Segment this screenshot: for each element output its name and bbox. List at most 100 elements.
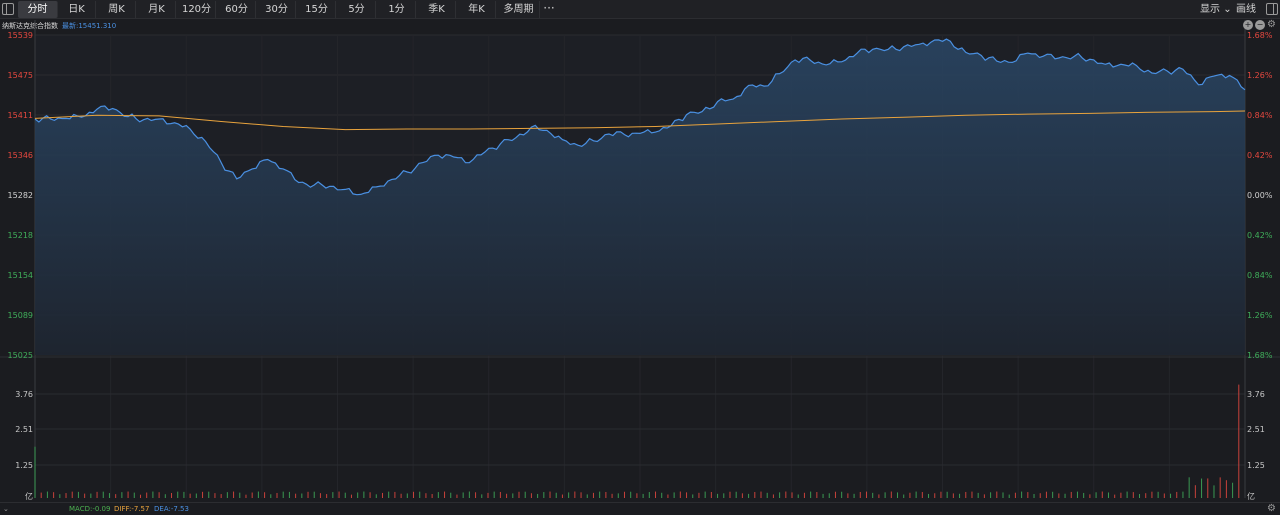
volume-bar xyxy=(288,491,290,498)
volume-bar xyxy=(375,494,377,498)
volume-bar xyxy=(1076,491,1078,498)
volume-bar xyxy=(1207,478,1209,498)
volume-bar xyxy=(1008,494,1010,498)
volume-bar xyxy=(686,492,688,498)
volume-bar xyxy=(388,491,390,498)
volume-bar xyxy=(251,492,253,498)
volume-bar xyxy=(841,491,843,498)
volume-tick-label-right: 1.25 xyxy=(1247,461,1265,470)
volume-bar xyxy=(468,491,470,498)
volume-bar xyxy=(692,494,694,498)
volume-bar xyxy=(381,492,383,498)
volume-bar xyxy=(1201,478,1203,498)
volume-bar xyxy=(1157,491,1159,498)
percent-tick-label: 0.84% xyxy=(1247,111,1273,120)
indicator-settings-icon[interactable]: ⚙ xyxy=(1267,503,1276,515)
volume-bar xyxy=(679,491,681,498)
volume-bar xyxy=(425,493,427,498)
volume-bar xyxy=(642,493,644,498)
volume-bar xyxy=(537,493,539,498)
volume-bar xyxy=(568,492,570,498)
volume-bar xyxy=(549,491,551,498)
price-tick-label: 15539 xyxy=(8,31,33,40)
volume-bar xyxy=(1188,477,1190,498)
volume-bar xyxy=(772,494,774,498)
volume-bar xyxy=(667,494,669,498)
volume-bar xyxy=(158,492,160,498)
volume-bar xyxy=(1089,494,1091,498)
volume-bar xyxy=(996,491,998,498)
volume-bar xyxy=(139,494,141,498)
volume-bar xyxy=(1139,494,1141,498)
volume-bar xyxy=(475,492,477,498)
volume-bar xyxy=(493,491,495,498)
volume-bar xyxy=(40,492,42,498)
volume-bar xyxy=(1194,485,1196,498)
volume-tick-label-right: 亿 xyxy=(1247,491,1255,501)
volume-bar xyxy=(561,494,563,498)
volume-bar xyxy=(295,493,297,498)
volume-bar xyxy=(1232,482,1234,498)
volume-bar xyxy=(1002,492,1004,498)
volume-bar xyxy=(1225,480,1227,498)
volume-bar xyxy=(177,491,179,498)
volume-bar xyxy=(127,491,129,498)
volume-bar xyxy=(71,491,73,498)
volume-bar xyxy=(233,491,235,498)
volume-bar xyxy=(865,491,867,498)
volume-bar xyxy=(326,494,328,498)
volume-bar xyxy=(909,492,911,498)
volume-bar xyxy=(1039,493,1041,498)
volume-bar xyxy=(499,491,501,498)
volume-bar xyxy=(760,491,762,498)
volume-bar xyxy=(555,492,557,498)
volume-bar xyxy=(84,493,86,498)
indicator-footer: ⌄ MACD:-0.09 DIFF:-7.57 DEA:-7.53 ⚙ xyxy=(0,502,1280,515)
volume-bar xyxy=(363,491,365,498)
volume-bar xyxy=(332,492,334,498)
volume-bar xyxy=(748,493,750,498)
volume-bar xyxy=(1219,477,1221,498)
volume-bar xyxy=(1182,491,1184,498)
volume-bar xyxy=(96,491,98,498)
volume-bar xyxy=(698,492,700,498)
percent-tick-label: 1.26% xyxy=(1247,311,1273,320)
volume-bar xyxy=(580,492,582,498)
volume-bar xyxy=(946,491,948,498)
volume-bar xyxy=(400,493,402,498)
volume-bar xyxy=(648,492,650,498)
volume-bar xyxy=(437,492,439,498)
volume-bar xyxy=(1170,493,1172,498)
chart-settings-icon[interactable]: ⚙ xyxy=(1267,19,1276,31)
volume-bar xyxy=(921,492,923,498)
percent-tick-label: 0.84% xyxy=(1247,271,1273,280)
volume-bar xyxy=(350,494,352,498)
volume-bar xyxy=(1132,492,1134,498)
volume-bar xyxy=(108,493,110,498)
volume-bar xyxy=(810,491,812,498)
volume-bar xyxy=(1151,491,1153,498)
zoom-in-icon[interactable]: + xyxy=(1243,20,1253,30)
volume-bar xyxy=(1120,492,1122,498)
percent-tick-label: 0.00% xyxy=(1247,191,1273,200)
volume-bar xyxy=(77,491,79,498)
volume-bar xyxy=(872,492,874,498)
volume-bar xyxy=(164,494,166,498)
volume-bar xyxy=(928,493,930,498)
volume-bar xyxy=(717,493,719,498)
volume-bar xyxy=(636,493,638,498)
volume-bar xyxy=(1064,493,1066,498)
volume-bar xyxy=(779,492,781,498)
volume-bar xyxy=(313,491,315,498)
volume-bar xyxy=(1083,492,1085,498)
diff-value: DIFF:-7.57 xyxy=(114,505,150,513)
volume-bar xyxy=(630,491,632,498)
percent-tick-label: 1.26% xyxy=(1247,71,1273,80)
volume-bar xyxy=(884,492,886,498)
volume-bar xyxy=(357,492,359,498)
zoom-out-icon[interactable]: − xyxy=(1255,20,1265,30)
volume-bar xyxy=(1163,493,1165,498)
percent-tick-label: 1.68% xyxy=(1247,351,1273,360)
chevron-down-icon[interactable]: ⌄ xyxy=(3,503,9,515)
volume-tick-label-right: 2.51 xyxy=(1247,425,1265,434)
